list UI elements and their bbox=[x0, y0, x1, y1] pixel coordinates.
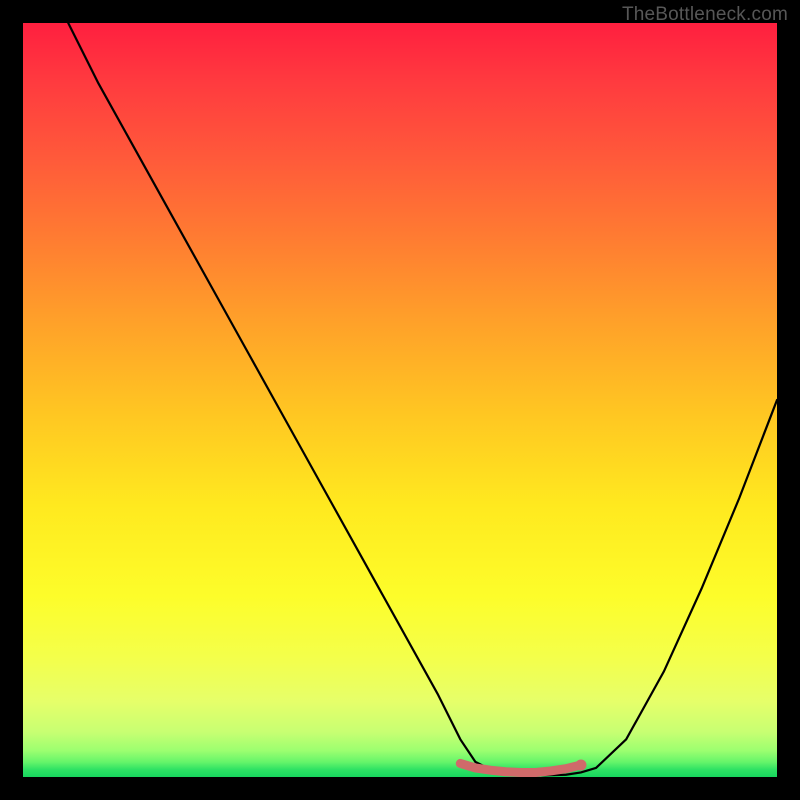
chart-frame: TheBottleneck.com bbox=[0, 0, 800, 800]
watermark-text: TheBottleneck.com bbox=[622, 4, 788, 26]
plot-area bbox=[23, 23, 777, 777]
